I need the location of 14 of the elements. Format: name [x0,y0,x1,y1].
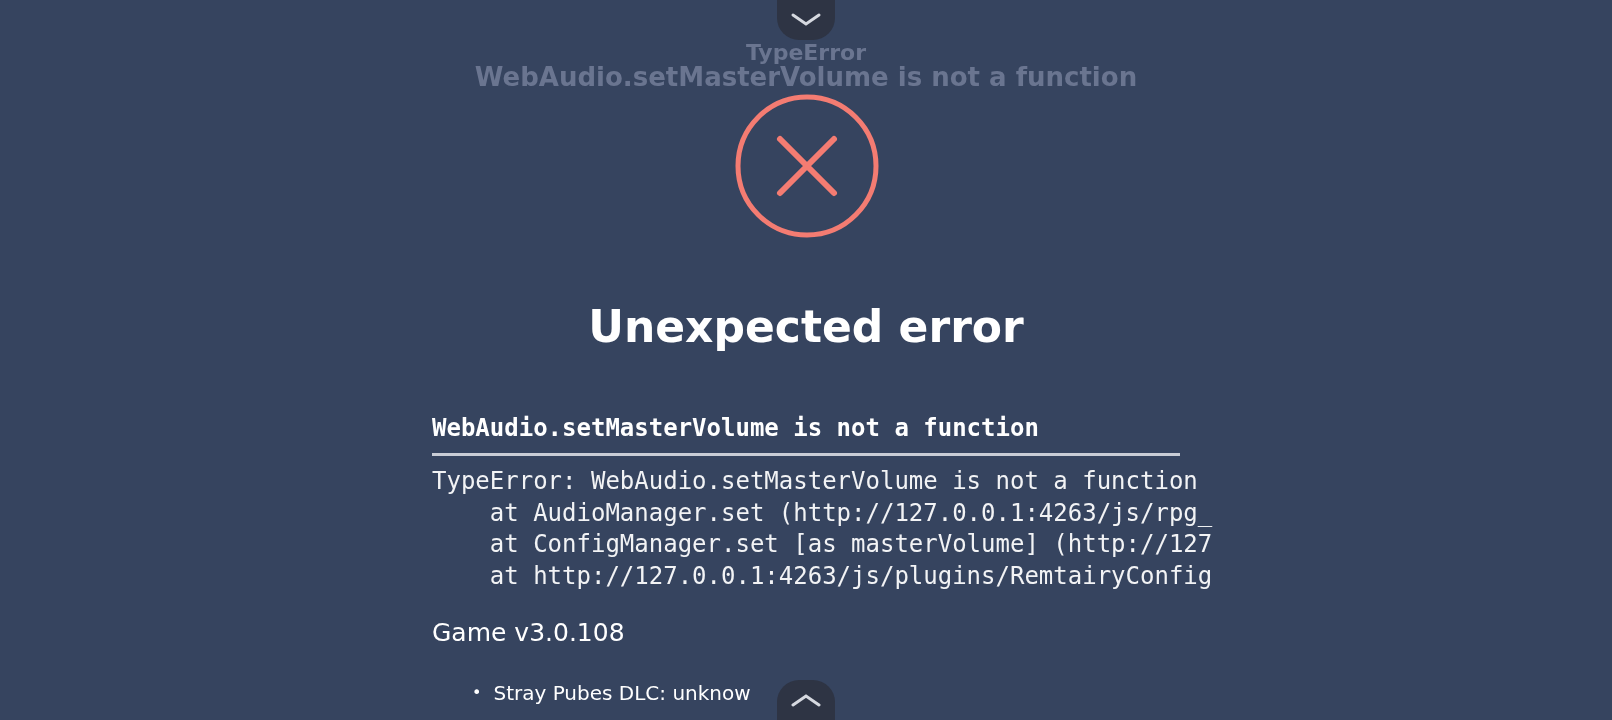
dlc-item: Stray Pubes DLC: unknow [493,680,751,707]
chevron-down-icon [791,13,821,27]
stack-trace-line: at ConfigManager.set [as masterVolume] (http://127 [488,529,1214,560]
error-heading: WebAudio.setMasterVolume is not a function [432,413,1040,444]
chevron-up-icon [791,693,821,707]
game-version: Game v3.0.108 [432,617,626,649]
error-title: Unexpected error [588,300,1024,354]
scroll-up-button[interactable] [777,680,835,720]
scroll-down-button[interactable] [777,0,835,40]
stack-trace-line: at AudioManager.set (http://127.0.0.1:4263/js/rpg_ [488,497,1214,529]
stack-trace-line: TypeError: WebAudio.setMasterVolume is not a function [432,466,1199,497]
stack-trace-line: at http://127.0.0.1:4263/js/plugins/RemtairyConfig [488,560,1214,592]
bullet: • [472,682,482,704]
error-x-icon [734,93,880,239]
